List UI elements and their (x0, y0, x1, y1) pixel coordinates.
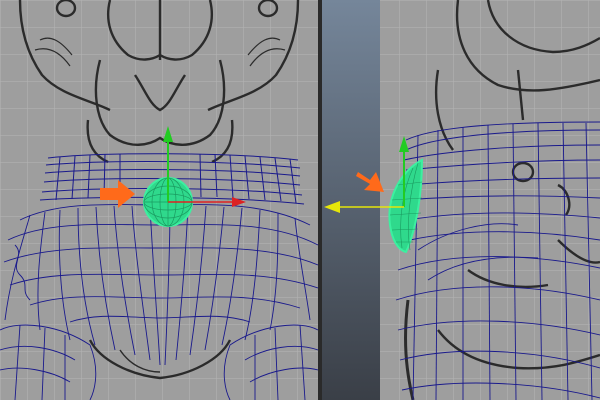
side-viewport[interactable] (318, 0, 600, 400)
front-viewport[interactable] (0, 0, 318, 400)
viewport-gradient-background (322, 0, 380, 400)
side-viewport-canvas[interactable] (318, 0, 600, 400)
viewport-area (0, 0, 600, 400)
front-viewport-canvas[interactable] (0, 0, 318, 400)
